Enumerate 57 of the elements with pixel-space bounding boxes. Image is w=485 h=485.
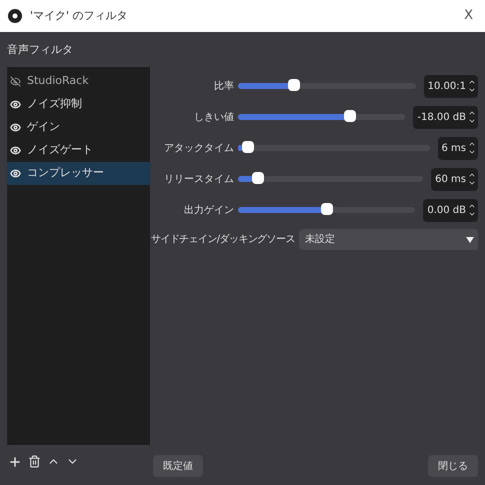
setting-label: リリースタイム bbox=[163, 172, 235, 186]
filter-item[interactable]: StudioRack bbox=[7, 70, 150, 92]
visibility-icon[interactable] bbox=[10, 168, 21, 178]
slider-thumb[interactable] bbox=[242, 141, 254, 153]
spin-box[interactable]: 60 ms bbox=[431, 168, 478, 190]
spin-box[interactable]: 10.00:1 bbox=[424, 74, 478, 98]
filter-item[interactable]: ノイズ抑制 bbox=[7, 92, 150, 116]
setting-label: サイドチェイン/ダッキングソース bbox=[151, 233, 296, 247]
slider-thumb[interactable] bbox=[288, 79, 300, 91]
hidden-icon[interactable] bbox=[10, 76, 21, 86]
setting-label: 比率 bbox=[213, 80, 235, 94]
decrement-icon[interactable] bbox=[468, 179, 476, 187]
setting-label: 出力ゲイン bbox=[183, 204, 235, 218]
decrement-icon[interactable] bbox=[468, 117, 476, 125]
filter-item[interactable]: ゲイン bbox=[7, 116, 150, 138]
spin-value: 6 ms bbox=[442, 142, 466, 156]
increment-icon[interactable] bbox=[468, 140, 476, 148]
filter-name: StudioRack bbox=[27, 72, 89, 89]
decrement-icon[interactable] bbox=[468, 210, 476, 218]
spin-box[interactable]: -18.00 dB bbox=[413, 106, 478, 128]
visibility-icon[interactable] bbox=[10, 122, 21, 132]
slider-thumb[interactable] bbox=[344, 110, 356, 122]
slider-thumb[interactable] bbox=[252, 172, 264, 184]
spin-value: -18.00 dB bbox=[417, 110, 466, 124]
visibility-icon[interactable] bbox=[10, 98, 21, 110]
visibility-icon[interactable] bbox=[10, 144, 21, 156]
sidechain-dropdown[interactable]: 未設定 bbox=[298, 229, 478, 250]
add-icon[interactable] bbox=[8, 454, 22, 468]
filter-name: コンプレッサー bbox=[27, 164, 104, 181]
spin-value: 10.00:1 bbox=[428, 80, 466, 94]
spin-value: 0.00 dB bbox=[427, 204, 466, 218]
defaults-button[interactable]: 既定値 bbox=[153, 455, 203, 477]
decrement-icon[interactable] bbox=[468, 148, 476, 156]
dropdown-arrow-icon[interactable] bbox=[466, 236, 474, 242]
filter-name: ノイズ抑制 bbox=[27, 96, 82, 112]
decrement-icon[interactable] bbox=[468, 86, 476, 94]
setting-label: しきい値 bbox=[193, 110, 235, 124]
spin-box[interactable]: 6 ms bbox=[438, 136, 478, 160]
increment-icon[interactable] bbox=[468, 202, 476, 210]
close-button[interactable]: X bbox=[460, 6, 477, 26]
increment-icon[interactable] bbox=[468, 109, 476, 117]
section-label: 音声フィルタ bbox=[7, 42, 74, 58]
slider-thumb[interactable] bbox=[320, 203, 333, 215]
setting-label: アタックタイム bbox=[163, 142, 235, 156]
increment-icon[interactable] bbox=[468, 78, 476, 86]
filter-item[interactable]: コンプレッサー bbox=[7, 162, 150, 184]
filter-name: ノイズゲート bbox=[27, 142, 93, 158]
window-title: 'マイク' のフィルタ bbox=[30, 8, 129, 24]
close-dialog-button[interactable]: 閉じる bbox=[428, 455, 478, 477]
increment-icon[interactable] bbox=[468, 171, 476, 179]
filter-name: ゲイン bbox=[27, 118, 60, 135]
spin-value: 60 ms bbox=[435, 172, 466, 186]
app-logo-icon bbox=[8, 9, 22, 23]
delete-icon[interactable] bbox=[28, 455, 41, 468]
spin-box[interactable]: 0.00 dB bbox=[423, 198, 478, 222]
dropdown-value: 未設定 bbox=[304, 232, 336, 247]
filter-item[interactable]: ノイズゲート bbox=[7, 138, 150, 162]
